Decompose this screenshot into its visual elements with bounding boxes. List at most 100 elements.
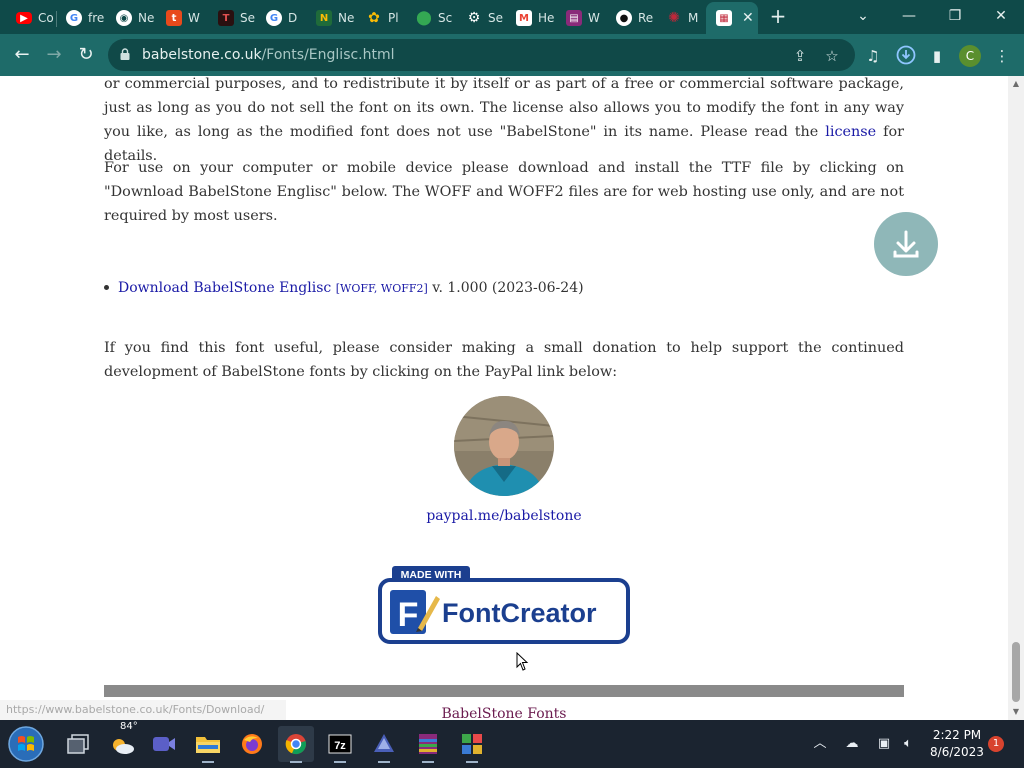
notification-badge[interactable]: 1 [988,736,1004,752]
app-grid-icon[interactable] [454,726,490,763]
clock-time: 2:22 PM [932,728,982,742]
woff-link[interactable]: WOFF [340,282,374,295]
menu-kebab-icon[interactable]: ⋮ [991,45,1013,67]
tab-t-app[interactable]: t W [156,4,208,32]
inkscape-icon[interactable] [366,726,402,763]
floating-download-button[interactable] [874,212,938,276]
tab-title: Ne [338,11,355,25]
tab-title: W [188,11,200,25]
mouse-cursor-icon [516,651,530,672]
tab-winrar[interactable]: ▤ W [556,4,608,32]
url-text: babelstone.co.uk/Fonts/Englisc.html [142,47,395,63]
svg-text:F: F [398,596,419,634]
reload-button[interactable]: ↻ [74,43,98,67]
task-view-icon[interactable] [60,726,96,762]
tab-settings[interactable]: ⚙ Se [456,4,508,32]
google-icon: G [266,10,282,26]
settings-icon: ⚙ [467,10,481,26]
tab-photos[interactable]: ✿ Pl [356,4,408,32]
news-icon: N [316,10,332,26]
download-arrow-icon [893,230,919,258]
system-clock[interactable]: 2:22 PM 8/6/2023 [924,727,990,761]
github-icon: ● [616,10,632,26]
tab-maps[interactable]: ⬤ Sc [406,4,458,32]
paypal-link-row: paypal.me/babelstone [0,508,1008,524]
chrome-taskbar-icon[interactable] [278,726,314,763]
author-photo[interactable] [454,396,554,496]
badge-fontcreator-text: FontCreator [442,598,597,628]
winrar-icon[interactable] [410,726,446,763]
tab-search-dropdown-button[interactable]: ⌄ [846,3,880,29]
tab-news[interactable]: N Ne [306,4,358,32]
babelstone-icon: ▦ [716,10,732,26]
link-status-tooltip: https://www.babelstone.co.uk/Fonts/Downl… [0,700,286,720]
tab-title: Re [638,11,654,25]
version-text: v. 1.000 (2023-06-24) [427,280,584,296]
tab-google-1[interactable]: G fre [56,4,106,32]
start-button[interactable] [4,724,48,764]
footer-divider [104,685,904,697]
volume-icon[interactable]: 🔈︎ [898,734,918,754]
tab-google-2[interactable]: G D [256,4,306,32]
license-link[interactable]: license [825,124,876,140]
new-tab-button[interactable]: + [767,5,789,29]
minimize-button[interactable]: — [892,3,926,29]
page-scrollbar[interactable]: ▲ ▼ [1008,76,1024,720]
license-text: or commercial purposes, and to redistrib… [104,76,904,140]
license-paragraph: or commercial purposes, and to redistrib… [104,76,904,168]
gmail-icon: M [516,10,532,26]
media-control-icon[interactable]: ♫ [862,45,884,67]
tab-youtube[interactable]: ▶ Co [6,4,54,32]
scroll-thumb[interactable] [1012,642,1020,702]
scroll-up-arrow-icon[interactable]: ▲ [1008,76,1024,92]
side-panel-icon[interactable]: ▮ [926,45,948,67]
address-bar[interactable]: babelstone.co.uk/Fonts/Englisc.html ⇪ ☆ [108,39,855,71]
restore-button[interactable]: ❐ [938,3,972,29]
tab-dark-app[interactable]: T Se [208,4,260,32]
google-icon: G [66,10,82,26]
back-button[interactable]: ← [10,43,34,67]
lock-icon [120,48,130,60]
tab-chrome[interactable]: ◉ Ne [106,4,156,32]
youtube-icon: ▶ [16,12,32,24]
download-englisc-link[interactable]: Download BabelStone Englisc [118,280,331,296]
tab-title: He [538,11,555,25]
bookmark-star-icon[interactable]: ☆ [822,46,842,66]
browser-toolbar: ← → ↻ babelstone.co.uk/Fonts/Englisc.htm… [0,34,1024,76]
7zip-icon[interactable]: 7z [322,726,358,763]
tab-title: M [688,11,699,25]
paypal-link[interactable]: paypal.me/babelstone [426,508,581,524]
meet-icon[interactable] [146,726,182,762]
tab-gmail[interactable]: M He [506,4,558,32]
share-icon[interactable]: ⇪ [790,46,810,66]
scroll-down-arrow-icon[interactable]: ▼ [1008,704,1024,720]
close-tab-icon[interactable]: ✕ [742,10,754,26]
tab-title: Pl [388,11,399,25]
profile-avatar[interactable]: C [959,45,981,67]
tab-github[interactable]: ● Re [606,4,658,32]
downloads-icon[interactable] [895,45,917,67]
clock-date: 8/6/2023 [930,745,984,759]
tab-title: D [288,11,298,25]
svg-text:7z: 7z [334,740,346,752]
dark-app-icon: T [218,10,234,26]
show-hidden-icons-icon[interactable]: ︿ [810,734,830,754]
forward-button[interactable]: → [42,43,66,67]
download-line: Download BabelStone Englisc [WOFF, WOFF2… [118,276,584,301]
babelstone-fonts-link[interactable]: BabelStone Fonts [442,706,567,720]
file-explorer-icon[interactable] [190,726,226,763]
woff2-link[interactable]: WOFF2 [381,282,424,295]
url-path: /Fonts/Englisc.html [261,47,395,63]
firefox-icon[interactable] [234,726,270,762]
network-icon[interactable]: ▣ [874,734,894,754]
tab-babelstone-active[interactable]: ▦ ✕ [706,2,758,34]
tab-title: fre [88,11,105,25]
onedrive-icon[interactable]: ☁ [842,734,862,754]
made-with-fontcreator-badge[interactable]: MADE WITH F FontCreator [378,566,630,644]
tab-virus[interactable]: ✺ M [656,4,706,32]
windows-taskbar: 84° 7z ︿ ☁ ▣ 🔈︎ 2:22 PM 8/6/2023 1 [0,720,1024,768]
install-paragraph: For use on your computer or mobile devic… [104,160,904,224]
close-window-button[interactable]: ✕ [984,3,1018,29]
tab-strip: ▶ Co G fre ◉ Ne t W T Se G D N Ne ✿ Pl ⬤… [0,0,1024,34]
chrome-icon: ◉ [116,10,132,26]
